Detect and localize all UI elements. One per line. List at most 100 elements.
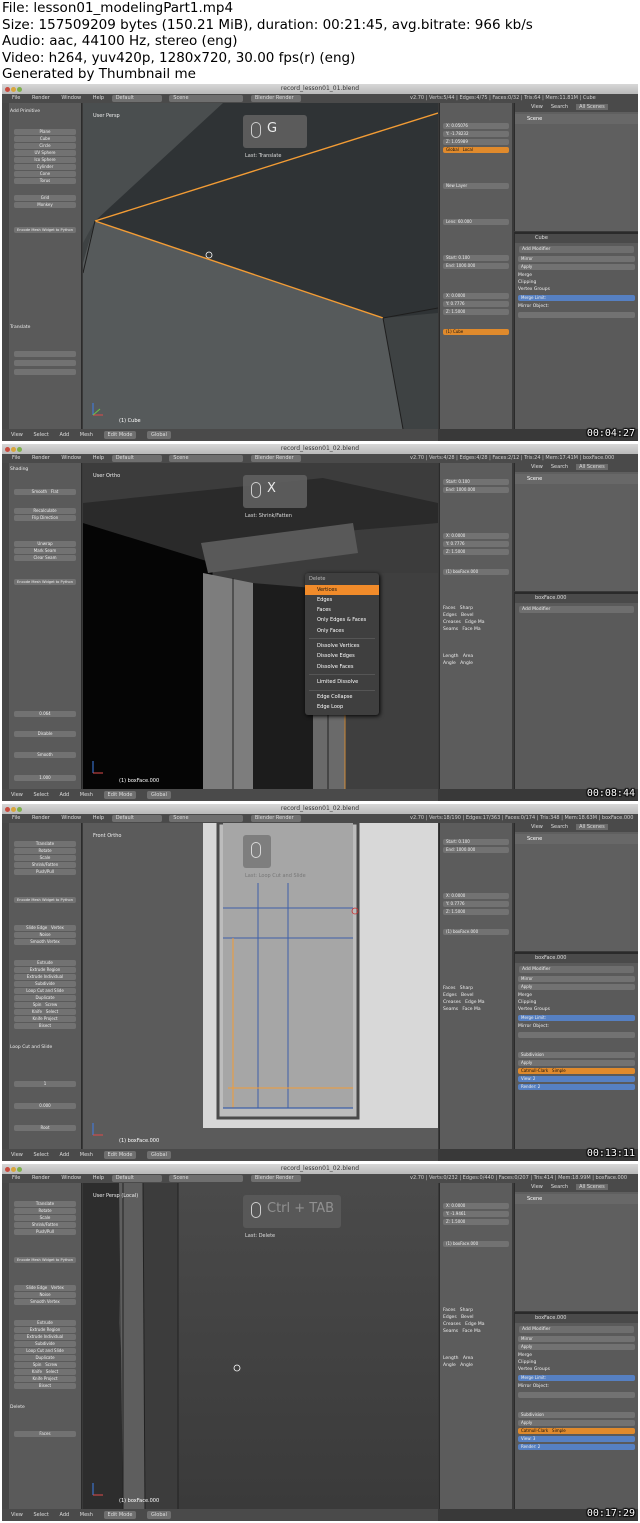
add-grid-button[interactable]: Grid [14,195,76,201]
push-pull-button[interactable]: Push/Pull [14,869,76,875]
merge-limit-field[interactable]: Merge Limit: [518,1015,635,1021]
subdiv-render-field[interactable]: Render: 2 [518,1084,635,1090]
cursor-x-field[interactable]: X: 0.0000 [443,293,509,299]
modifier-subsurf-row[interactable]: Subdivision [518,1052,635,1058]
bottom-menu-select[interactable]: Select [33,1152,48,1158]
noise-button[interactable]: Noise [14,1292,76,1298]
extrude-individual-button[interactable]: Extrude Individual [14,974,76,980]
mode-select[interactable]: Edit Mode [103,1511,137,1519]
render-engine-select[interactable]: Blender Render [250,815,301,822]
bottom-menu-select[interactable]: Select [33,1512,48,1518]
add-monkey-button[interactable]: Monkey [14,202,76,208]
clip-end-field[interactable]: End: 1000.000 [443,487,509,493]
mirror-object-field[interactable] [518,1392,635,1398]
menu-item-dissolve-vertices[interactable]: Dissolve Vertices [305,641,379,651]
bottom-menu-add[interactable]: Add [60,792,70,798]
proportional-select[interactable]: Disable [14,731,76,737]
loop-cut-button[interactable]: Loop Cut and Slide [14,988,76,994]
scene-select[interactable]: Scene [169,455,244,462]
bisect-button[interactable]: Bisect [14,1023,76,1029]
spin-screw-button[interactable]: Spin Screw [14,1002,76,1008]
clip-start-field[interactable]: Start: 0.100 [443,255,509,261]
bottom-menu-mesh[interactable]: Mesh [80,1152,93,1158]
loop-cut-button[interactable]: Loop Cut and Slide [14,1348,76,1354]
outliner-scene-row[interactable]: Scene [515,1194,638,1204]
cursor-y-field[interactable]: Y: 0.7776 [443,541,509,547]
maximize-icon[interactable] [17,1167,22,1172]
close-icon[interactable] [5,447,10,452]
outliner-view-tab[interactable]: View [531,464,543,470]
new-layer-button[interactable]: New Layer [443,183,509,189]
item-name-field[interactable]: (1) boxFace.000 [443,569,509,575]
clip-start-field[interactable]: Start: 0.100 [443,479,509,485]
render-engine-select[interactable]: Blender Render [250,455,301,462]
item-name-field[interactable]: (1) boxFace.000 [443,929,509,935]
encode-widget-button[interactable]: Encode Mesh Widget to Python [14,1257,76,1263]
outliner-scenes-select[interactable]: All Scenes [576,464,608,470]
bottom-menu-view[interactable]: View [11,1512,23,1518]
knife-project-button[interactable]: Knife Project [14,1376,76,1382]
bottom-menu-mesh[interactable]: Mesh [80,432,93,438]
modifier-apply-button[interactable]: Apply [518,984,635,990]
menu-file[interactable]: File [12,455,20,461]
modifier-apply-button-2[interactable]: Apply [518,1060,635,1066]
toolshelf-tabs[interactable] [2,1183,9,1509]
spin-screw-button[interactable]: Spin Screw [14,1362,76,1368]
add-modifier-button[interactable]: Add Modifier [519,966,634,973]
bottom-menu-add[interactable]: Add [60,1152,70,1158]
3d-viewport[interactable]: User Ortho X Last: Shrink/Fatten Delete … [83,463,438,789]
menu-item-vertices[interactable]: Vertices [305,585,379,596]
scale-button[interactable]: Scale [14,855,76,861]
minimize-icon[interactable] [11,807,16,812]
shrink-fatten-button[interactable]: Shrink/Fatten [14,862,76,868]
number-of-cuts-field[interactable]: 1 [14,1081,76,1087]
menu-help[interactable]: Help [93,455,104,461]
bottom-menu-mesh[interactable]: Mesh [80,1512,93,1518]
item-name-field[interactable]: (1) boxFace.000 [443,1241,509,1247]
duplicate-button[interactable]: Duplicate [14,995,76,1001]
cursor-x-field[interactable]: X: 0.0000 [443,893,509,899]
modifier-apply-button[interactable]: Apply [518,264,635,270]
menu-item-only-faces[interactable]: Only Faces [305,626,379,636]
menu-render[interactable]: Render [32,815,50,821]
local-toggle[interactable]: Global Local [443,147,509,153]
3d-viewport[interactable]: User Persp G Last: Translate (1) Cube [83,103,438,429]
recalculate-button[interactable]: Recalculate [14,508,76,514]
delete-type-select[interactable]: Faces [14,1431,76,1437]
translate-button[interactable]: Translate [14,1201,76,1207]
close-icon[interactable] [5,87,10,92]
add-modifier-button[interactable]: Add Modifier [519,1326,634,1333]
close-icon[interactable] [5,807,10,812]
subdivide-button[interactable]: Subdivide [14,981,76,987]
minimize-icon[interactable] [11,447,16,452]
clip-end-field[interactable]: End: 1000.000 [443,263,509,269]
clip-end-field[interactable]: End: 1000.000 [443,847,509,853]
maximize-icon[interactable] [17,87,22,92]
push-pull-button[interactable]: Push/Pull [14,1229,76,1235]
location-z-field[interactable]: Z: 1.05989 [443,139,509,145]
location-x-field[interactable]: X: 0.05076 [443,123,509,129]
mode-select[interactable]: Edit Mode [103,1151,137,1159]
mirror-object-field[interactable] [518,1032,635,1038]
menu-help[interactable]: Help [93,95,104,101]
mode-select[interactable]: Edit Mode [103,791,137,799]
menu-item-edge-collapse[interactable]: Edge Collapse [305,693,379,703]
outliner-view-tab[interactable]: View [531,1184,543,1190]
cursor-y-field[interactable]: Y: 0.7776 [443,301,509,307]
modifier-subsurf-row[interactable]: Subdivision [518,1412,635,1418]
subdivide-button[interactable]: Subdivide [14,1341,76,1347]
extrude-button[interactable]: Extrude [14,960,76,966]
menu-window[interactable]: Window [61,455,81,461]
orientation-select[interactable]: Global [147,791,171,799]
menu-item-dissolve-edges[interactable]: Dissolve Edges [305,652,379,662]
bottom-menu-view[interactable]: View [11,792,23,798]
toolshelf-tabs[interactable] [2,103,9,429]
vector-z-field[interactable] [14,369,76,375]
cursor-z-field[interactable]: Z: 1.5000 [443,909,509,915]
knife-select-button[interactable]: Knife Select [14,1369,76,1375]
cursor-z-field[interactable]: Z: 1.5000 [443,309,509,315]
outliner-scene-row[interactable]: Scene [515,114,638,124]
smooth-vertex-button[interactable]: Smooth Vertex [14,939,76,945]
bottom-menu-view[interactable]: View [11,432,23,438]
clip-start-field[interactable]: Start: 0.100 [443,839,509,845]
